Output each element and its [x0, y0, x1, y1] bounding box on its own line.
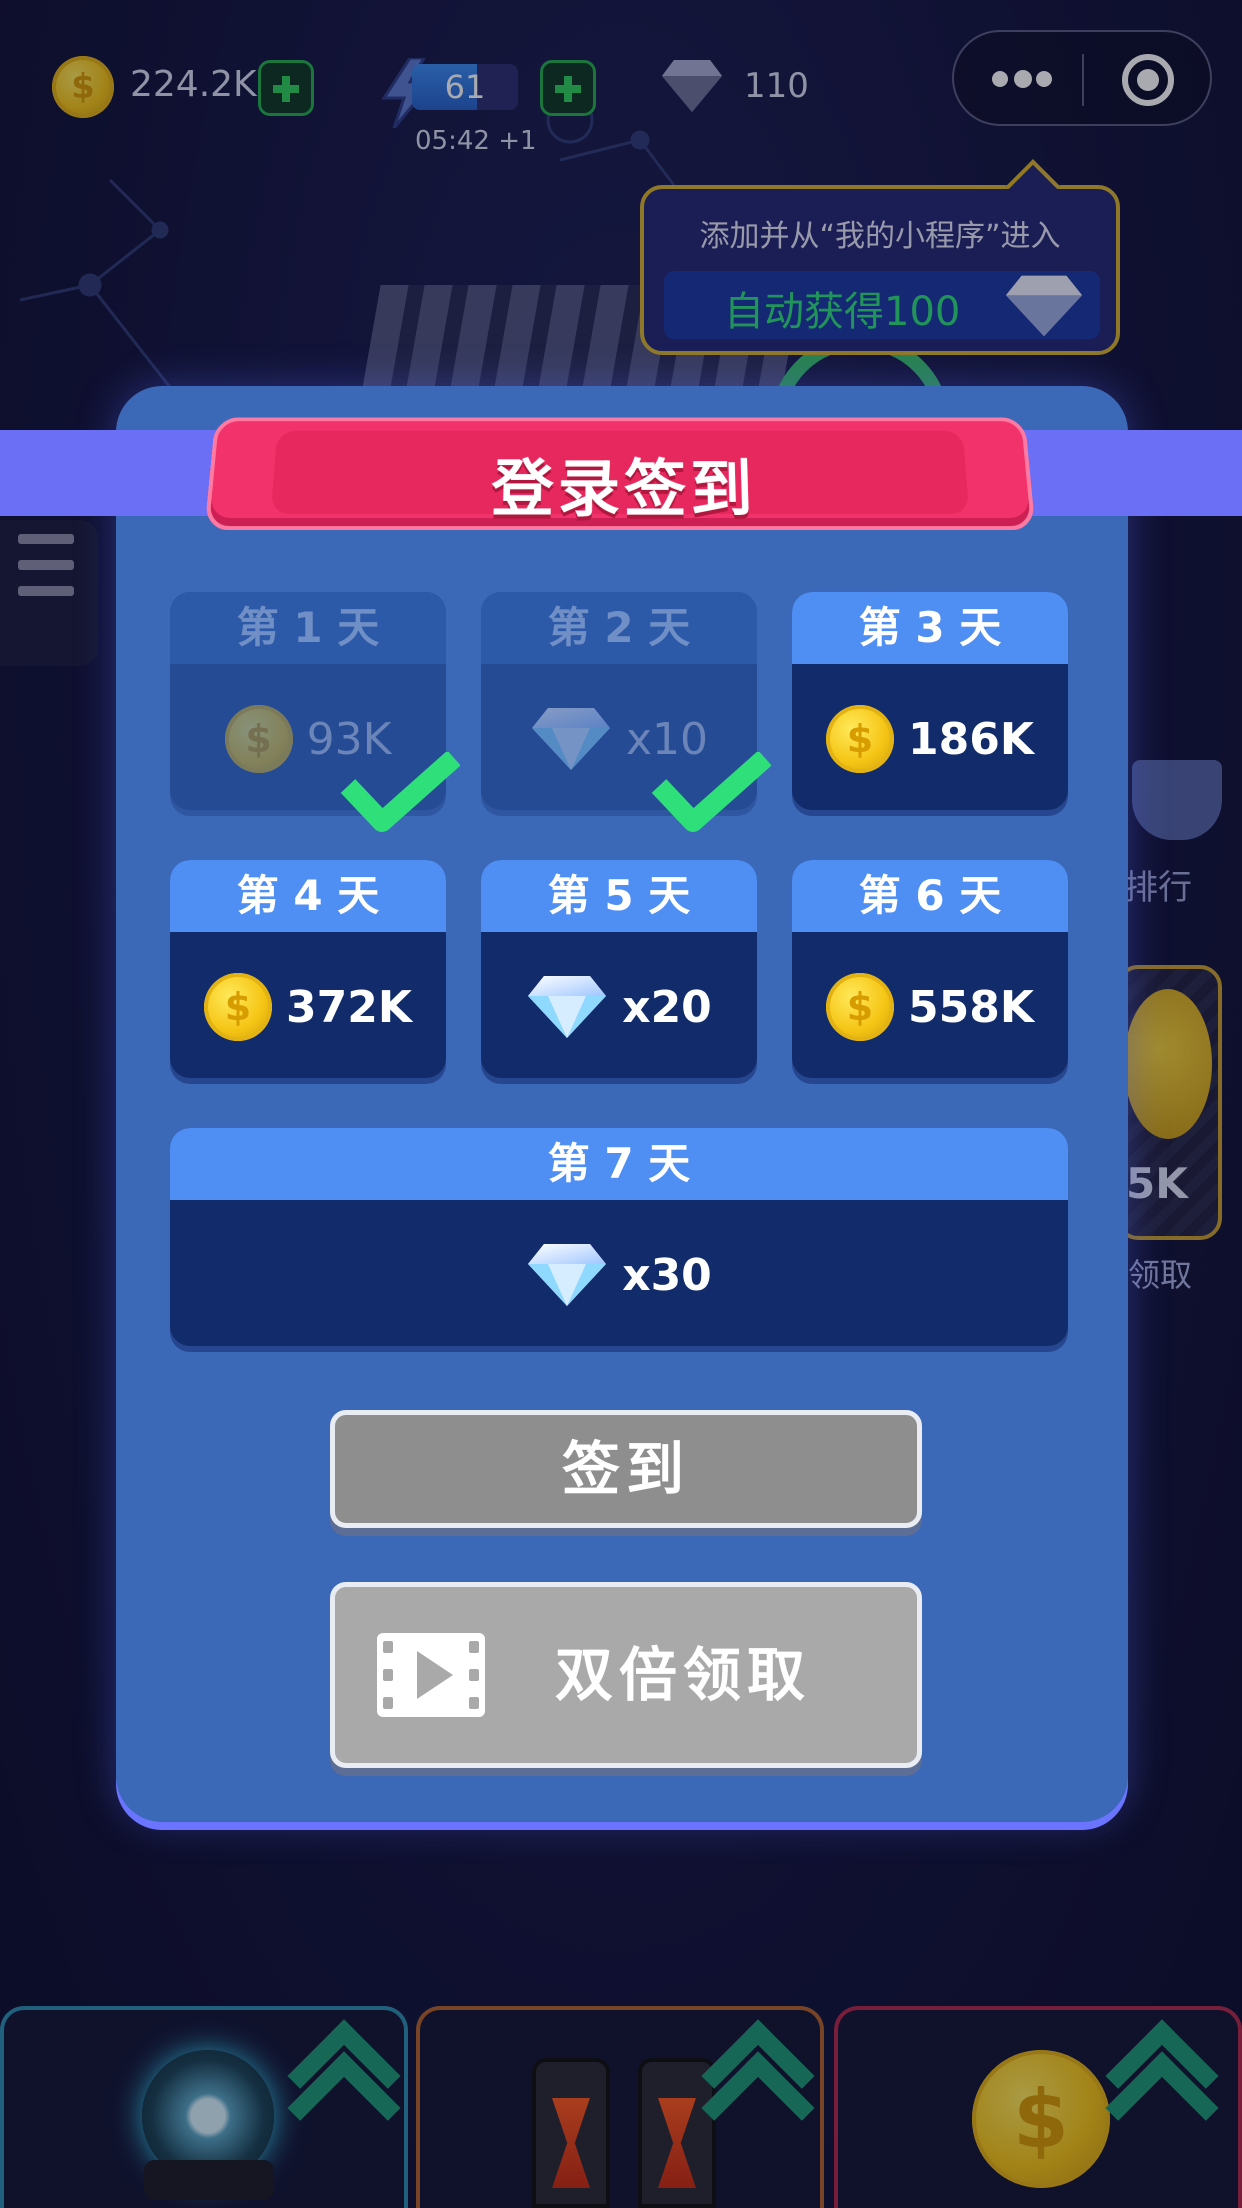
day-label: 第 1 天 [170, 592, 446, 664]
day-label: 第 7 天 [170, 1128, 1068, 1200]
coin-icon: $ [224, 705, 293, 773]
day-reward-amount: 186K [908, 713, 1034, 765]
coin-icon: $ [826, 973, 895, 1041]
day-reward-amount: 372K [286, 981, 412, 1033]
gem-icon [530, 706, 612, 772]
double-claim-label: 双倍领取 [555, 1641, 812, 1709]
day-reward-area: x20 [481, 932, 757, 1078]
day-reward: x30 [170, 1240, 1068, 1310]
day-card-5[interactable]: 第 5 天 x20 [481, 860, 757, 1078]
day-reward: $372K [170, 972, 446, 1042]
day-reward: $186K [792, 704, 1068, 774]
day-label: 第 4 天 [170, 860, 446, 932]
day-reward-amount: 558K [908, 981, 1034, 1033]
claimed-check-icon [340, 752, 460, 832]
day-reward: x20 [481, 972, 757, 1042]
day-reward-amount: x20 [622, 981, 712, 1033]
title-banner: 登录签到 [204, 417, 1036, 531]
checkin-button[interactable]: 签到 [330, 1410, 922, 1528]
day-label: 第 6 天 [792, 860, 1068, 932]
checkin-button-label: 签到 [561, 1435, 690, 1503]
day-reward-area: x30 [170, 1200, 1068, 1346]
day-reward-area: $558K [792, 932, 1068, 1078]
claimed-check-icon [651, 752, 771, 832]
day-label: 第 5 天 [481, 860, 757, 932]
day-card-3[interactable]: 第 3 天 $186K [792, 592, 1068, 810]
gem-icon [526, 1242, 608, 1308]
modal-title: 登录签到 [490, 452, 758, 526]
day-card-7[interactable]: 第 7 天 x30 [170, 1128, 1068, 1346]
day-reward-amount: x30 [622, 1249, 712, 1301]
day-reward-area: $186K [792, 664, 1068, 810]
day-label: 第 2 天 [481, 592, 757, 664]
day-reward-area: $372K [170, 932, 446, 1078]
day-card-4[interactable]: 第 4 天 $372K [170, 860, 446, 1078]
day-card-6[interactable]: 第 6 天 $558K [792, 860, 1068, 1078]
coin-icon: $ [204, 973, 273, 1041]
day-label: 第 3 天 [792, 592, 1068, 664]
double-claim-button[interactable]: 双倍领取 [330, 1582, 922, 1768]
coin-icon: $ [826, 705, 895, 773]
day-reward: $558K [792, 972, 1068, 1042]
video-icon [377, 1633, 485, 1717]
gem-icon [526, 974, 608, 1040]
